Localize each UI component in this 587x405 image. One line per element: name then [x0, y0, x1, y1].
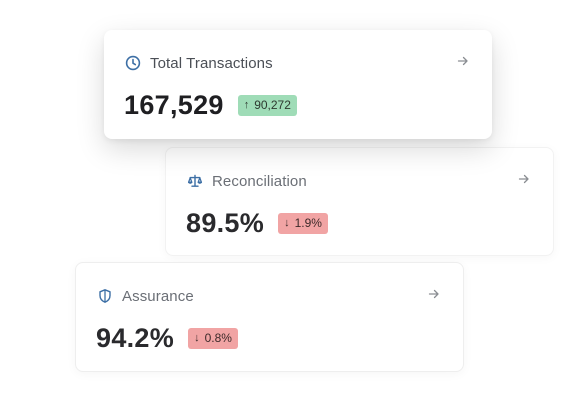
metric-value: 167,529: [124, 90, 224, 120]
change-badge: ↑ 90,272: [237, 94, 297, 116]
clock-icon: [124, 54, 142, 72]
metric-value: 89.5%: [186, 208, 265, 238]
card-header: Total Transactions: [124, 52, 273, 74]
arrow-right-icon[interactable]: [427, 287, 441, 301]
change-value: 0.8%: [204, 331, 232, 345]
arrow-up-icon: ↑: [243, 99, 250, 111]
change-badge: ↓ 1.9%: [278, 212, 328, 234]
arrow-right-icon[interactable]: [517, 172, 531, 186]
card-title: Assurance: [122, 287, 194, 305]
arrow-down-icon: ↓: [284, 217, 290, 229]
scale-icon: [186, 172, 204, 190]
change-value: 1.9%: [294, 216, 322, 230]
card-value-row: 89.5% ↓ 1.9%: [186, 206, 328, 240]
change-value: 90,272: [254, 98, 291, 112]
metric-value: 94.2%: [96, 323, 175, 353]
reconciliation-card[interactable]: Reconciliation 89.5% ↓ 1.9%: [165, 147, 554, 256]
card-title: Total Transactions: [150, 54, 273, 72]
card-value-row: 167,529 ↑ 90,272: [124, 88, 297, 122]
card-header: Reconciliation: [186, 170, 307, 192]
arrow-right-icon[interactable]: [456, 54, 470, 68]
card-header: Assurance: [96, 285, 194, 307]
shield-icon: [96, 287, 114, 305]
assurance-card[interactable]: Assurance 94.2% ↓ 0.8%: [75, 262, 464, 372]
card-title: Reconciliation: [212, 172, 307, 190]
card-value-row: 94.2% ↓ 0.8%: [96, 321, 238, 355]
arrow-down-icon: ↓: [194, 332, 200, 344]
total-transactions-card[interactable]: Total Transactions 167,529 ↑ 90,272: [104, 30, 492, 139]
change-badge: ↓ 0.8%: [188, 327, 238, 349]
